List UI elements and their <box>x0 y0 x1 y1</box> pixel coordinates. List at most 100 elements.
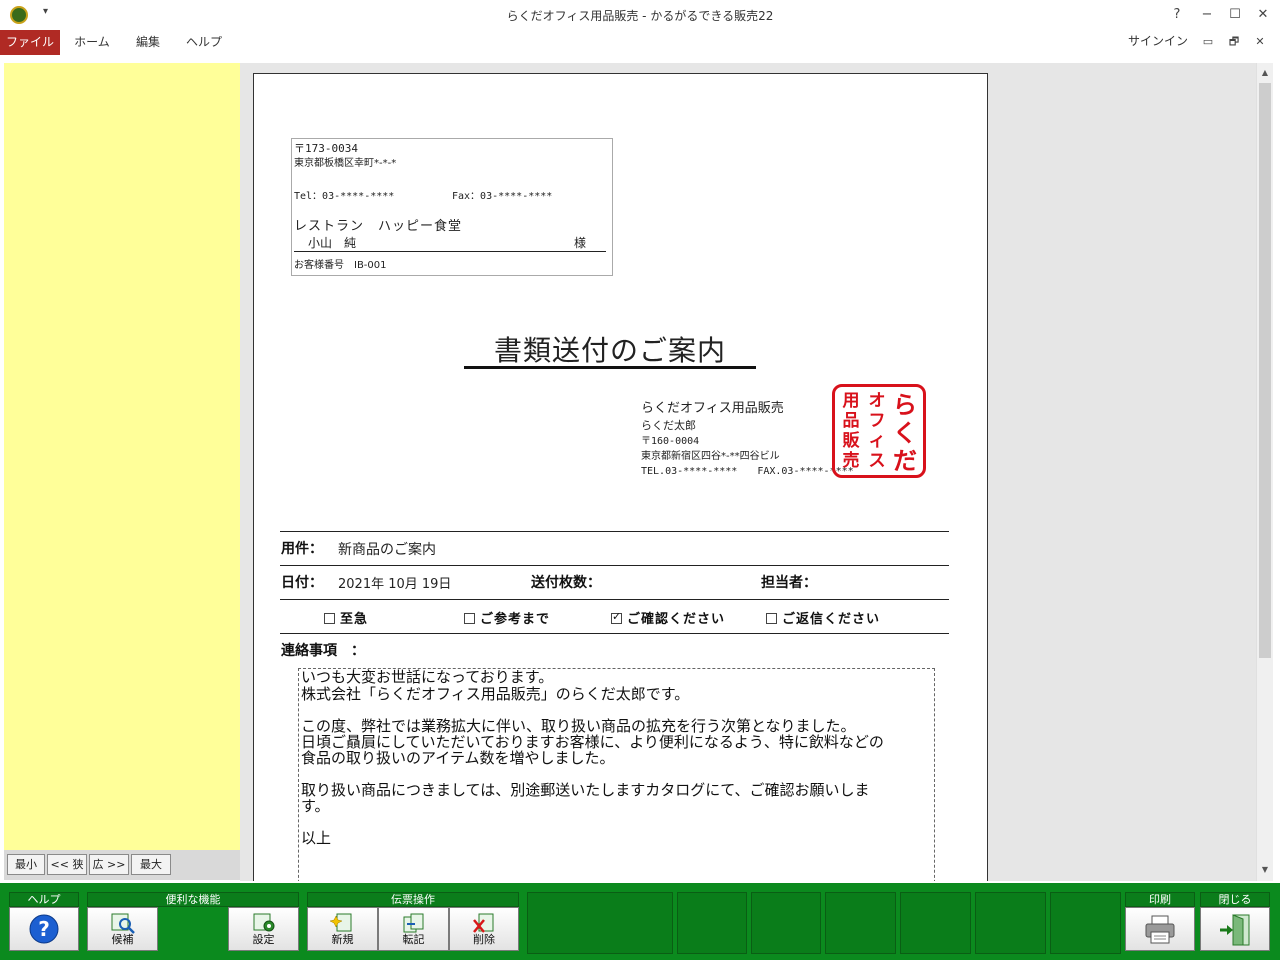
close-button[interactable]: ✕ <box>1248 4 1278 26</box>
candidate-button[interactable]: 候補 <box>87 907 158 951</box>
menu-help[interactable]: ヘルプ <box>178 30 230 55</box>
doc-close-icon[interactable]: ✕ <box>1250 33 1270 51</box>
group-header: 閉じる <box>1200 892 1270 907</box>
close-group: 閉じる <box>1200 892 1270 954</box>
help-toolbar-button[interactable]: ? <box>9 907 79 951</box>
new-button[interactable]: 新規 <box>307 907 378 951</box>
sender-person: らくだ太郎 <box>641 419 696 432</box>
zoom-bar: 最小 << 狭 広 >> 最大 <box>4 850 240 880</box>
empty-function-slot <box>527 892 673 954</box>
ribbon-minimize-icon[interactable]: ▭ <box>1198 33 1218 51</box>
empty-function-slot <box>975 892 1046 954</box>
subject-value: 新商品のご案内 <box>338 542 436 558</box>
zoom-narrow-button[interactable]: << 狭 <box>47 854 87 875</box>
printer-icon <box>1145 915 1175 944</box>
empty-function-slot <box>751 892 821 954</box>
print-button[interactable] <box>1125 907 1195 951</box>
zoom-min-button[interactable]: 最小 <box>7 854 45 875</box>
stamp-col-3: らくだ <box>893 391 917 475</box>
menu-home[interactable]: ホーム <box>66 30 118 55</box>
recipient-divider <box>294 251 606 252</box>
divider-line <box>280 531 949 532</box>
delete-button[interactable]: 削除 <box>449 907 519 951</box>
notes-label: 連絡事項 ： <box>281 643 365 659</box>
scroll-up-icon[interactable]: ▲ <box>1259 66 1271 80</box>
recipient-address-box: 〒173-0034 東京都板橋区幸町*-*-* Tel：03-****-****… <box>291 138 613 276</box>
message-line: 取り扱い商品につきましては、別途郵送いたしますカタログにて、ご確認お願いしま <box>301 781 870 799</box>
message-line: す。 <box>301 797 330 815</box>
restore-icon[interactable]: 🗗 <box>1224 33 1244 51</box>
title-underline <box>464 366 756 369</box>
recipient-address: 東京都板橋区幸町*-*-* <box>294 158 397 169</box>
title-bar: ▾ らくだオフィス用品販売 - かるがるできる販売22 ? − ☐ ✕ <box>0 0 1280 30</box>
menu-bar: ファイル ホーム 編集 ヘルプ サインイン ▭ 🗗 ✕ <box>0 30 1280 55</box>
convenient-group: 便利な機能 候補 設定 <box>87 892 299 954</box>
left-panel <box>4 63 240 850</box>
settings-button[interactable]: 設定 <box>228 907 299 951</box>
checkbox-icon <box>324 613 335 624</box>
check-reference: ご参考まで <box>464 608 550 627</box>
recipient-tel: Tel：03-****-**** <box>294 191 395 202</box>
stamp-col-2: オフィス <box>868 391 886 471</box>
sender-company: らくだオフィス用品販売 <box>641 401 784 416</box>
pages-label: 送付枚数： <box>531 575 601 591</box>
preview-area: 〒173-0034 東京都板橋区幸町*-*-* Tel：03-****-****… <box>240 63 1256 881</box>
menu-edit[interactable]: 編集 <box>124 30 172 55</box>
menu-file[interactable]: ファイル <box>0 30 60 55</box>
message-line: 株式会社「らくだオフィス用品販売」のらくだ太郎です。 <box>301 685 690 703</box>
settings-label: 設定 <box>252 933 275 946</box>
exit-button[interactable] <box>1200 907 1270 951</box>
group-header: 印刷 <box>1125 892 1195 907</box>
slip-group: 伝票操作 新規 転記 削除 <box>307 892 519 954</box>
message-box: いつも大変お世話になっております。 株式会社「らくだオフィス用品販売」のらくだ太… <box>298 668 935 881</box>
checkbox-icon <box>766 613 777 624</box>
check-reply: ご返信ください <box>766 608 880 627</box>
empty-function-slot <box>825 892 896 954</box>
message-line: 以上 <box>301 829 332 847</box>
group-header: 伝票操作 <box>307 892 519 907</box>
new-label: 新規 <box>331 933 354 946</box>
help-button[interactable]: ? <box>1162 4 1192 26</box>
minimize-button[interactable]: − <box>1192 4 1222 26</box>
help-question-icon: ? <box>29 914 59 944</box>
company-seal-stamp: 用品販売 オフィス らくだ <box>832 384 926 478</box>
date-label: 日付： <box>281 575 323 591</box>
zoom-wide-button[interactable]: 広 >> <box>89 854 129 875</box>
window-title: らくだオフィス用品販売 - かるがるできる販売22 <box>506 9 774 23</box>
maximize-button[interactable]: ☐ <box>1220 4 1250 26</box>
help-group: ヘルプ ? <box>9 892 79 954</box>
scroll-down-icon[interactable]: ▼ <box>1259 863 1271 877</box>
recipient-fax: Fax：03-****-**** <box>452 191 553 202</box>
group-header: ヘルプ <box>9 892 79 907</box>
check-urgent: 至急 <box>324 608 368 627</box>
customer-number: お客様番号 IB-001 <box>294 260 387 271</box>
transfer-label: 転記 <box>402 933 425 946</box>
divider-line <box>280 599 949 600</box>
vertical-scrollbar[interactable]: ▲ ▼ <box>1256 63 1273 881</box>
svg-text:?: ? <box>38 917 50 941</box>
candidate-label: 候補 <box>111 933 134 946</box>
check-confirm: ご確認ください <box>611 608 725 627</box>
stamp-col-1: 用品販売 <box>842 391 860 471</box>
signin-link[interactable]: サインイン <box>1128 32 1188 49</box>
delete-label: 削除 <box>473 933 495 946</box>
checkbox-icon <box>464 613 475 624</box>
sender-telfax: TEL.03-****-**** FAX.03-****-**** <box>641 466 854 477</box>
subject-label: 用件： <box>281 541 323 557</box>
staff-label: 担当者： <box>761 575 817 591</box>
scroll-thumb[interactable] <box>1259 83 1271 658</box>
sender-zip: 〒160-0004 <box>641 436 700 447</box>
exit-door-icon <box>1220 914 1250 946</box>
sender-address: 東京都新宿区四谷*-**四谷ビル <box>641 451 780 462</box>
divider-line <box>280 565 949 566</box>
transfer-button[interactable]: 転記 <box>378 907 449 951</box>
divider-line <box>280 633 949 634</box>
empty-function-slot <box>1050 892 1121 954</box>
checkbox-checked-icon <box>611 610 622 624</box>
document-page: 〒173-0034 東京都板橋区幸町*-*-* Tel：03-****-****… <box>253 73 988 881</box>
zoom-max-button[interactable]: 最大 <box>131 854 171 875</box>
recipient-honorific: 様 <box>574 236 587 250</box>
document-title: 書類送付のご案内 <box>493 334 726 367</box>
date-value: 2021年 10月 19日 <box>338 577 452 592</box>
empty-function-slot <box>900 892 971 954</box>
